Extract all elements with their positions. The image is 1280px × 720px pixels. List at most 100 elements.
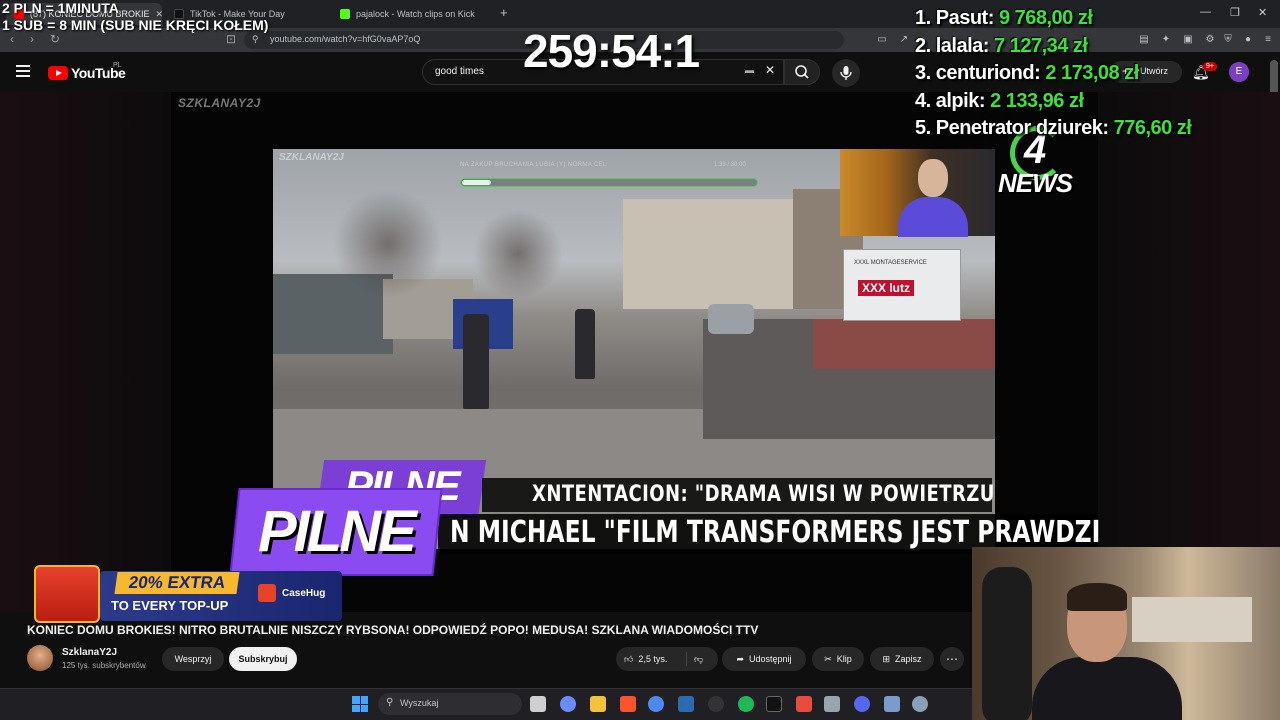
kick-favicon-icon xyxy=(340,9,350,19)
file-explorer-icon[interactable] xyxy=(590,696,606,712)
leaderboard-name: lalala: xyxy=(935,34,990,57)
building xyxy=(623,199,813,309)
leaderboard-amount: 2 173,08 zł xyxy=(1045,62,1139,84)
calculator-icon[interactable] xyxy=(824,696,840,712)
sub-rule-text: 1 SUB = 8 MIN (SUB NIE KRĘCI KOŁEM) xyxy=(2,17,269,33)
tab-kick[interactable]: pajalock - Watch clips on Kick xyxy=(332,3,496,25)
share-label: Udostępnij xyxy=(749,654,792,664)
taskbar-search[interactable]: ⚲ Wyszukaj xyxy=(378,693,522,715)
task-view-icon[interactable] xyxy=(530,696,546,712)
hamburger-menu-icon[interactable] xyxy=(16,65,30,77)
chrome-icon[interactable] xyxy=(648,696,664,712)
copilot-icon[interactable] xyxy=(560,696,576,712)
search-input[interactable]: good times xyxy=(435,66,484,77)
truck-text: XXXL MONTAGESERVICE xyxy=(854,260,927,266)
country-code: PL xyxy=(113,62,122,69)
menu-icon[interactable]: ≡ xyxy=(1262,34,1274,46)
notepad-icon[interactable] xyxy=(884,696,900,712)
person-hair xyxy=(1067,583,1127,611)
share-page-icon[interactable]: ↗ xyxy=(898,34,910,46)
leaderboard-row: 4. alpik: 2 133,96 zł xyxy=(915,90,1191,118)
clip-label: Klip xyxy=(836,654,852,664)
save-icon: ⊞ xyxy=(882,653,891,664)
ad-topup-text: TO EVERY TOP-UP xyxy=(111,598,229,613)
bike-lane xyxy=(813,319,995,369)
leaderboard-amount: 776,60 zł xyxy=(1113,117,1192,139)
news-text: NEWS xyxy=(998,168,1073,198)
thumbs-down-icon[interactable]: 👎︎ xyxy=(694,654,703,665)
treasure-chest-icon xyxy=(34,565,100,623)
truck-logo: XXX lutz xyxy=(858,280,915,296)
leaderboard-amount: 9 768,00 zł xyxy=(998,7,1093,29)
clear-search-icon[interactable]: ✕ xyxy=(765,63,775,77)
gaming-chair xyxy=(982,567,1032,720)
person-torso xyxy=(1032,657,1182,720)
keyboard-icon[interactable]: ▬ xyxy=(745,65,754,75)
bookmark-icon[interactable]: ⊡ xyxy=(226,32,236,46)
notification-count-badge: 9+ xyxy=(1203,62,1217,71)
leaderboard-amount: 2 133,96 zł xyxy=(990,89,1084,112)
room-webcam xyxy=(972,547,1280,720)
app-icon[interactable] xyxy=(766,696,782,712)
ad-brand: CaseHug xyxy=(282,588,326,599)
profile-ext-icon[interactable]: ● xyxy=(1242,34,1254,46)
reload-icon[interactable]: ↻ xyxy=(50,32,60,46)
new-tab-button[interactable]: + xyxy=(500,5,508,20)
leaderboard-name: centuriond: xyxy=(935,62,1041,84)
scissors-icon: ✂ xyxy=(824,653,832,664)
leaderboard-rank: 4. xyxy=(915,89,931,112)
kitchen-cabinet xyxy=(1132,597,1252,642)
url-text: youtube.com/watch?v=hfG0vaAP7oQ xyxy=(270,34,421,44)
goal-progress-fill xyxy=(462,180,492,185)
voice-search-button[interactable] xyxy=(832,59,860,87)
save-label: Zapisz xyxy=(895,654,922,664)
shield-icon[interactable]: ⛨ xyxy=(1222,34,1234,46)
windows-start-icon[interactable] xyxy=(352,696,368,712)
like-button[interactable]: 👍︎ 2,5 tys. 👎︎ xyxy=(616,647,718,671)
channel-name[interactable]: SzklanaY2J xyxy=(62,647,117,658)
streamer-face xyxy=(918,159,948,197)
store-icon[interactable] xyxy=(678,696,694,712)
car xyxy=(708,304,754,334)
more-actions-button[interactable]: ⋯ xyxy=(940,647,964,671)
subscribe-button[interactable]: Subskrybuj xyxy=(229,647,297,671)
settings-icon[interactable]: ⚙ xyxy=(1204,34,1216,46)
spotify-icon[interactable] xyxy=(738,696,754,712)
goal-progress-time: 1:33 / 30:00 xyxy=(714,162,746,168)
leaderboard-row: 1. Pasut: 9 768,00 zł xyxy=(915,7,1191,35)
save-button[interactable]: ⊞ Zapisz xyxy=(870,647,934,671)
leaderboard-name: alpik: xyxy=(935,89,986,112)
search-button[interactable] xyxy=(784,59,820,85)
tab-label: pajalock - Watch clips on Kick xyxy=(356,9,475,19)
leaderboard-row: 5. Penetrator dziurek: 776,60 zł xyxy=(915,117,1192,145)
share-button[interactable]: ➦ Udostępnij xyxy=(722,647,806,671)
microphone-icon xyxy=(840,66,852,80)
more-icon: ⋯ xyxy=(946,652,958,666)
clip-button[interactable]: ✂ Klip xyxy=(812,647,864,671)
discord-icon[interactable] xyxy=(854,696,870,712)
close-window-icon[interactable]: ✕ xyxy=(1258,6,1267,19)
site-info-icon[interactable]: ⚲ xyxy=(252,34,259,45)
channel-avatar[interactable] xyxy=(27,645,53,671)
brave-browser-icon[interactable] xyxy=(620,696,636,712)
brave-pinned-icon[interactable] xyxy=(796,696,812,712)
leaderboard-row: 3. centuriond: 2 173,08 zł xyxy=(915,62,1191,90)
forward-icon[interactable]: › xyxy=(30,32,34,46)
settings-gear-icon[interactable] xyxy=(912,696,928,712)
donation-rate-text: 2 PLN = 1MINUTA xyxy=(2,0,119,16)
minimize-icon[interactable]: — xyxy=(1200,6,1211,18)
youtube-logo-icon[interactable] xyxy=(48,66,68,80)
leaderboard-rank: 5. xyxy=(915,117,931,139)
leaderboard-row: 2. lalala: 7 127,34 zł xyxy=(915,35,1191,63)
subathon-timer: 259:54:1 xyxy=(523,25,700,77)
goal-progress-bar xyxy=(460,178,758,187)
obs-icon[interactable] xyxy=(708,696,724,712)
cast-icon[interactable]: ▭ xyxy=(876,34,888,46)
support-button[interactable]: Wesprzyj xyxy=(162,647,224,671)
subscribe-label: Subskrybuj xyxy=(238,654,288,664)
news-ticker-bottom-text: N MICHAEL "FILM TRANSFORMERS JEST PRAWDZ… xyxy=(450,515,1101,550)
account-avatar[interactable]: E xyxy=(1229,62,1249,82)
back-icon[interactable]: ‹ xyxy=(10,32,14,46)
maximize-icon[interactable]: ❐ xyxy=(1230,6,1240,19)
subscriber-count: 125 tys. subskrybentów xyxy=(62,661,146,670)
